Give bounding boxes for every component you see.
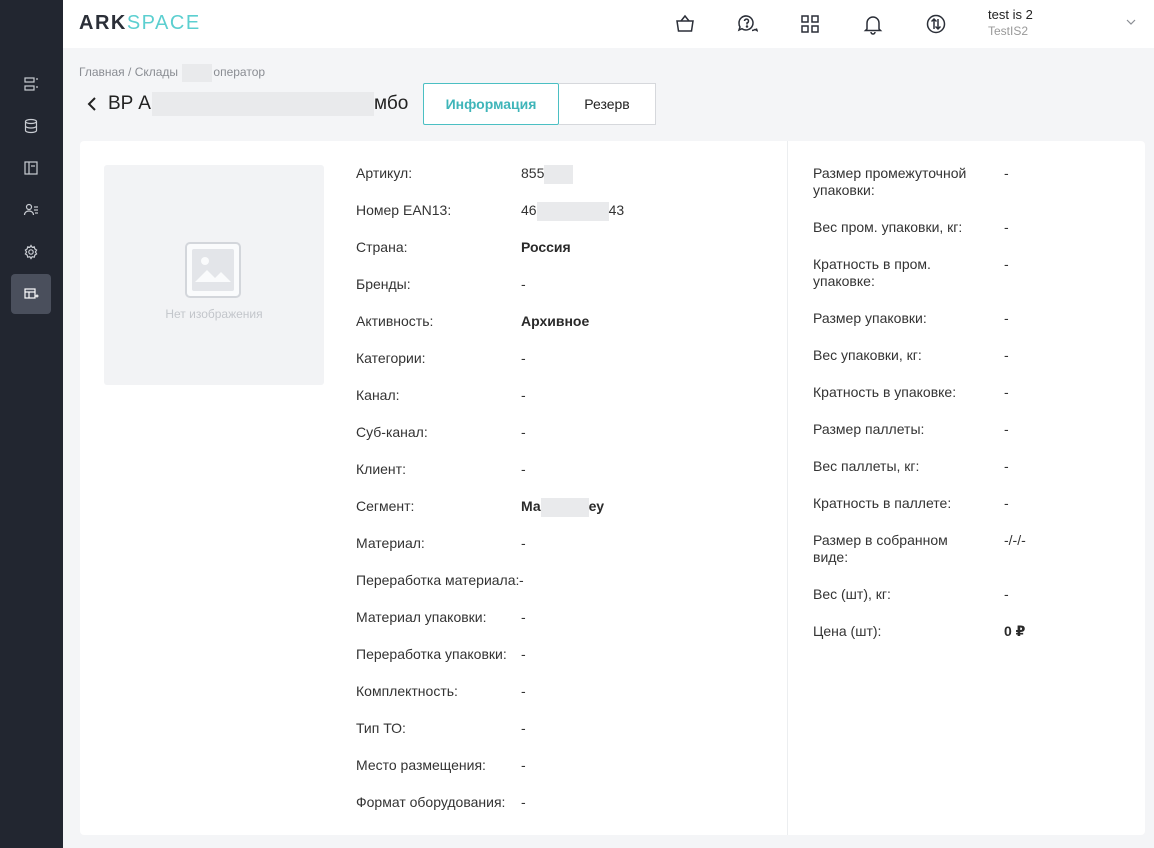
help-chat-icon — [737, 15, 758, 32]
app-logo[interactable]: ARKSPACE — [79, 12, 201, 35]
basket-button[interactable] — [673, 12, 697, 36]
tabs: Информация Резерв — [423, 83, 656, 125]
redacted-block — [536, 202, 609, 221]
redacted-block — [182, 64, 213, 82]
sidebar-item-products[interactable] — [11, 274, 51, 314]
sidebar-item-database[interactable] — [11, 106, 51, 146]
basket-icon — [676, 14, 694, 32]
product-card: Нет изображения Артикул: 855 Номер EAN13… — [80, 141, 1145, 835]
chevron-down-icon[interactable] — [1125, 16, 1137, 28]
user-name: test is 2 — [988, 7, 1033, 22]
breadcrumb-home[interactable]: Главная — [79, 65, 125, 79]
sync-arrows-icon — [926, 14, 946, 34]
tab-information[interactable]: Информация — [423, 83, 559, 125]
list-icon — [24, 77, 38, 91]
breadcrumb: Главная / Склады оператор — [79, 64, 265, 82]
database-icon — [24, 118, 38, 134]
sidebar-item-settings[interactable] — [11, 232, 51, 272]
sidebar — [0, 0, 63, 848]
redacted-block — [544, 165, 574, 184]
users-icon — [23, 203, 38, 216]
redacted-block — [540, 498, 589, 517]
breadcrumb-operator[interactable]: оператор — [213, 65, 265, 79]
user-org: TestIS2 — [988, 24, 1029, 38]
help-chat-button[interactable] — [735, 12, 759, 36]
grid-icon — [801, 15, 819, 33]
breadcrumb-warehouses[interactable]: Склады — [135, 65, 178, 79]
back-arrow-icon[interactable] — [85, 96, 99, 112]
bell-icon — [863, 16, 883, 35]
tab-reserve[interactable]: Резерв — [559, 83, 656, 125]
apps-button[interactable] — [798, 12, 822, 36]
page-title: BP Амбо — [108, 92, 409, 116]
top-bar: ARKSPACE test is 2 TestIS2 — [63, 0, 1154, 48]
notifications-button[interactable] — [861, 12, 885, 36]
column-divider — [787, 141, 788, 835]
table-add-icon — [24, 288, 39, 299]
sync-button[interactable] — [924, 12, 948, 36]
sidebar-item-list[interactable] — [11, 64, 51, 104]
no-image-text: Нет изображения — [165, 307, 263, 321]
redacted-block — [151, 92, 374, 116]
image-icon — [185, 242, 241, 298]
sidebar-item-users[interactable] — [11, 190, 51, 230]
image-placeholder: Нет изображения — [104, 165, 324, 385]
sidebar-item-layout[interactable] — [11, 148, 51, 188]
layout-icon — [24, 161, 38, 175]
gear-icon — [24, 244, 38, 260]
user-menu[interactable]: test is 2 TestIS2 — [988, 7, 1033, 39]
